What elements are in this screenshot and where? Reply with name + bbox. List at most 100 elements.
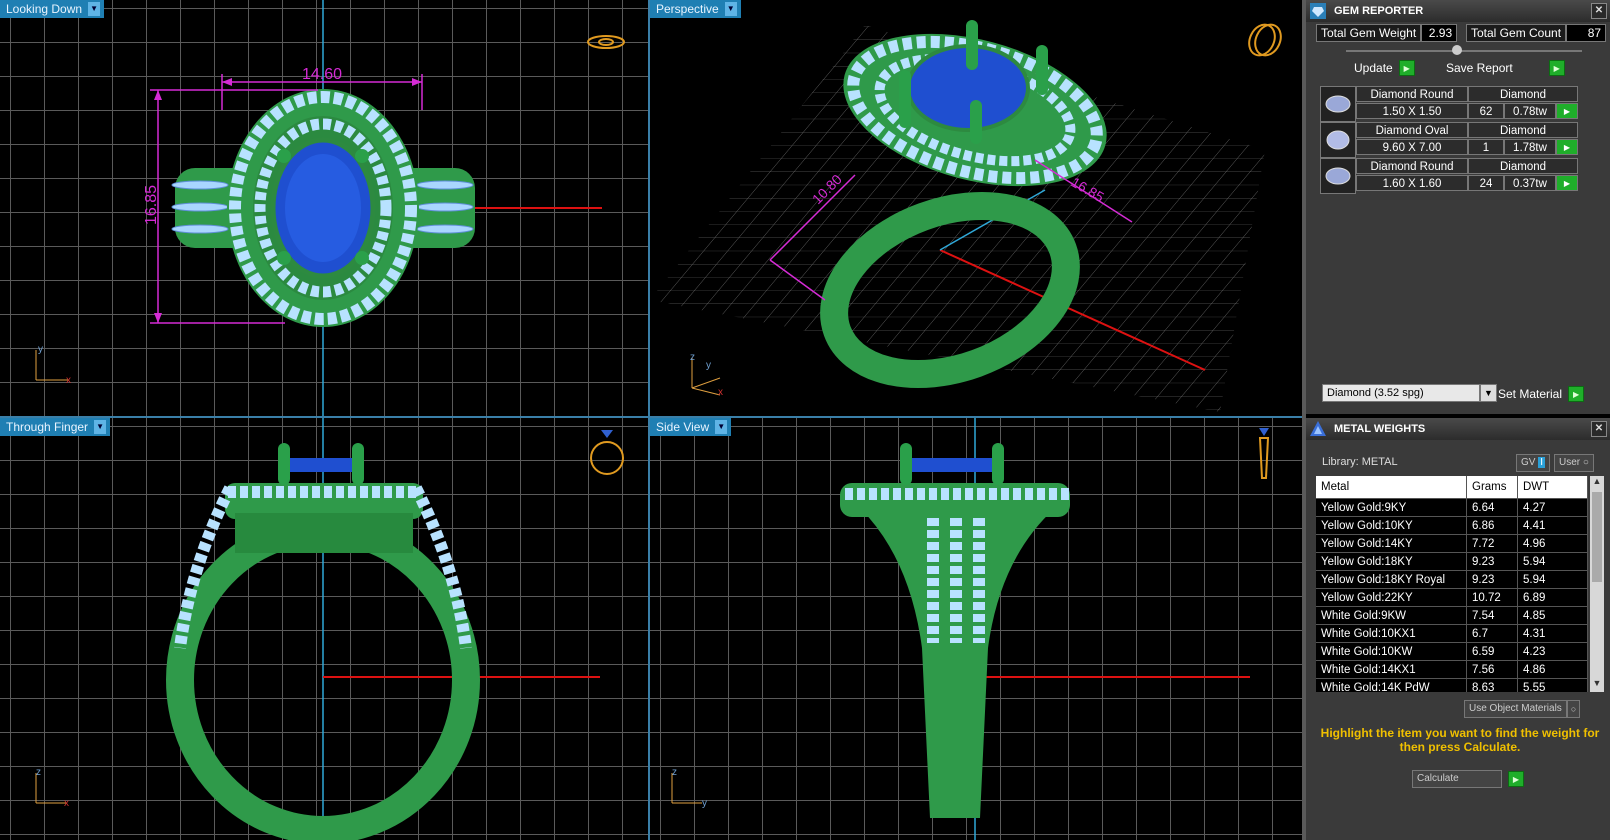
viewport-tab-perspective[interactable]: Perspective ▼ bbox=[650, 0, 741, 18]
chevron-down-icon[interactable]: ▼ bbox=[94, 420, 107, 434]
ring-top-view: 14.60 16.85 y x bbox=[35, 0, 625, 416]
gem-size: 9.60 X 7.00 bbox=[1356, 139, 1468, 155]
gem-row[interactable]: Diamond Oval Diamond 9.60 X 7.00 1 1.78t… bbox=[1320, 122, 1578, 158]
gem-count: 24 bbox=[1468, 175, 1504, 191]
radio-icon[interactable]: ○ bbox=[1566, 700, 1581, 718]
total-gem-weight: Total Gem Weight 2.93 bbox=[1316, 24, 1458, 42]
dwt: 4.96 bbox=[1517, 534, 1588, 553]
gem-shape: Diamond Round bbox=[1356, 86, 1468, 102]
total-gem-weight-value: 2.93 bbox=[1421, 24, 1458, 42]
chevron-down-icon[interactable]: ▼ bbox=[715, 420, 728, 434]
gem-weight: 0.37tw bbox=[1504, 175, 1556, 191]
axis-label: x bbox=[64, 798, 69, 809]
gem-shape: Diamond Round bbox=[1356, 158, 1468, 174]
dwt: 4.86 bbox=[1517, 660, 1588, 679]
play-icon[interactable]: ▶ bbox=[1556, 103, 1578, 119]
viewport-label: Through Finger bbox=[6, 420, 89, 434]
dwt: 5.94 bbox=[1517, 552, 1588, 571]
metal-name: Yellow Gold:14KY bbox=[1316, 534, 1467, 553]
viewport-tab-through-finger[interactable]: Through Finger ▼ bbox=[0, 418, 111, 436]
gv-label: GV bbox=[1521, 457, 1536, 468]
table-row[interactable]: White Gold:9KW 7.54 4.85 bbox=[1316, 606, 1588, 625]
close-icon[interactable]: ✕ bbox=[1591, 3, 1607, 19]
gem-weight: 1.78tw bbox=[1504, 139, 1556, 155]
set-material-button[interactable]: Set Material ▶ bbox=[1498, 386, 1585, 402]
dwt: 4.41 bbox=[1517, 516, 1588, 535]
user-toggle[interactable]: User ○ bbox=[1554, 454, 1594, 472]
panel-title: METAL WEIGHTS bbox=[1334, 423, 1426, 435]
ring-front-view: z x bbox=[35, 418, 624, 840]
splitter-knob-icon[interactable] bbox=[1452, 45, 1462, 55]
gem-material: Diamond bbox=[1468, 158, 1578, 174]
table-row[interactable]: Yellow Gold:18KY 9.23 5.94 bbox=[1316, 552, 1588, 571]
close-icon[interactable]: ✕ bbox=[1591, 421, 1607, 437]
axis-label: y bbox=[706, 360, 711, 371]
viewport-tab-looking-down[interactable]: Looking Down ▼ bbox=[0, 0, 105, 18]
table-row[interactable]: Yellow Gold:22KY 10.72 6.89 bbox=[1316, 588, 1588, 607]
gem-weight: 0.78tw bbox=[1504, 103, 1556, 119]
material-select[interactable]: Diamond (3.52 spg) ▼ bbox=[1322, 384, 1497, 402]
ring-orientation-icon bbox=[1248, 23, 1282, 57]
viewport-tab-side-view[interactable]: Side View ▼ bbox=[650, 418, 732, 436]
gem-row[interactable]: Diamond Round Diamond 1.50 X 1.50 62 0.7… bbox=[1320, 86, 1578, 122]
calculate-button[interactable]: Calculate ▶ bbox=[1412, 770, 1524, 788]
chevron-up-icon[interactable]: ▲ bbox=[1590, 476, 1604, 490]
table-row[interactable]: Yellow Gold:14KY 7.72 4.96 bbox=[1316, 534, 1588, 553]
metal-name: White Gold:10KX1 bbox=[1316, 624, 1467, 643]
table-row[interactable]: White Gold:14KX1 7.56 4.86 bbox=[1316, 660, 1588, 679]
table-row[interactable]: White Gold:10KW 6.59 4.23 bbox=[1316, 642, 1588, 661]
grams: 7.56 bbox=[1466, 660, 1518, 679]
use-object-materials-toggle[interactable]: Use Object Materials ○ bbox=[1464, 700, 1581, 718]
metal-table-container[interactable]: Metal Grams DWT Yellow Gold:9KY 6.64 4.27 … bbox=[1316, 476, 1588, 692]
metal-name: Yellow Gold:18KY Royal bbox=[1316, 570, 1467, 589]
save-report-button[interactable]: Save Report ▶ bbox=[1446, 60, 1565, 76]
update-button[interactable]: Update ▶ bbox=[1354, 60, 1415, 76]
dwt: 5.94 bbox=[1517, 570, 1588, 589]
table-row[interactable]: White Gold:10KX1 6.7 4.31 bbox=[1316, 624, 1588, 643]
set-material-label: Set Material bbox=[1498, 387, 1563, 401]
use-object-materials-label: Use Object Materials bbox=[1464, 700, 1567, 718]
viewport-label: Perspective bbox=[656, 2, 719, 16]
splitter-handle[interactable] bbox=[1346, 50, 1582, 52]
table-scrollbar[interactable]: ▲ ▼ bbox=[1590, 476, 1604, 692]
chevron-down-icon[interactable]: ▼ bbox=[1590, 678, 1604, 692]
viewport-through-finger[interactable]: Through Finger ▼ z x bbox=[0, 418, 648, 840]
viewport-looking-down[interactable]: Looking Down ▼ 14.60 16.85 y x bbox=[0, 0, 648, 416]
table-row[interactable]: Yellow Gold:9KY 6.64 4.27 bbox=[1316, 498, 1588, 517]
metal-name: Yellow Gold:9KY bbox=[1316, 498, 1467, 517]
play-icon: ▶ bbox=[1568, 386, 1585, 402]
play-icon[interactable]: ▶ bbox=[1556, 175, 1578, 191]
metal-name: White Gold:14K PdW bbox=[1316, 678, 1467, 692]
chevron-down-icon[interactable]: ▼ bbox=[88, 2, 101, 16]
table-row[interactable]: Yellow Gold:10KY 6.86 4.41 bbox=[1316, 516, 1588, 535]
ring-perspective-view: 10.80 16.85 z y x bbox=[650, 20, 1282, 412]
viewport-side-view[interactable]: Side View ▼ z y bbox=[650, 418, 1302, 840]
column-header: Metal bbox=[1316, 476, 1467, 499]
play-icon: ▶ bbox=[1398, 60, 1415, 76]
column-header: DWT bbox=[1517, 476, 1588, 499]
metal-table: Metal Grams DWT Yellow Gold:9KY 6.64 4.27 … bbox=[1316, 476, 1588, 692]
grams: 7.54 bbox=[1466, 606, 1518, 625]
dwt: 4.23 bbox=[1517, 642, 1588, 661]
total-gem-weight-label: Total Gem Weight bbox=[1316, 24, 1422, 42]
grams: 10.72 bbox=[1466, 588, 1518, 607]
gem-row[interactable]: Diamond Round Diamond 1.60 X 1.60 24 0.3… bbox=[1320, 158, 1578, 194]
gv-toggle[interactable]: GV I bbox=[1516, 454, 1551, 472]
play-icon: ▶ bbox=[1508, 771, 1524, 787]
play-icon[interactable]: ▶ bbox=[1556, 139, 1578, 155]
chevron-down-icon[interactable]: ▼ bbox=[1480, 384, 1497, 402]
table-row[interactable]: Yellow Gold:18KY Royal 9.23 5.94 bbox=[1316, 570, 1588, 589]
grams: 7.72 bbox=[1466, 534, 1518, 553]
calculate-instruction: Highlight the item you want to find the … bbox=[1320, 726, 1600, 754]
axis-label: z bbox=[672, 767, 677, 778]
table-row[interactable]: White Gold:14K PdW 8.63 5.55 bbox=[1316, 678, 1588, 692]
total-gem-count-label: Total Gem Count bbox=[1466, 24, 1567, 42]
ring-side-view: z y bbox=[671, 418, 1270, 840]
axis-label: z bbox=[36, 767, 41, 778]
scrollbar-thumb[interactable] bbox=[1592, 492, 1602, 582]
gem-material: Diamond bbox=[1468, 86, 1578, 102]
metal-name: White Gold:9KW bbox=[1316, 606, 1467, 625]
material-select-value: Diamond (3.52 spg) bbox=[1322, 384, 1480, 402]
viewport-perspective[interactable]: Perspective ▼ 10.80 16.85 z y x bbox=[650, 0, 1302, 416]
chevron-down-icon[interactable]: ▼ bbox=[724, 2, 737, 16]
